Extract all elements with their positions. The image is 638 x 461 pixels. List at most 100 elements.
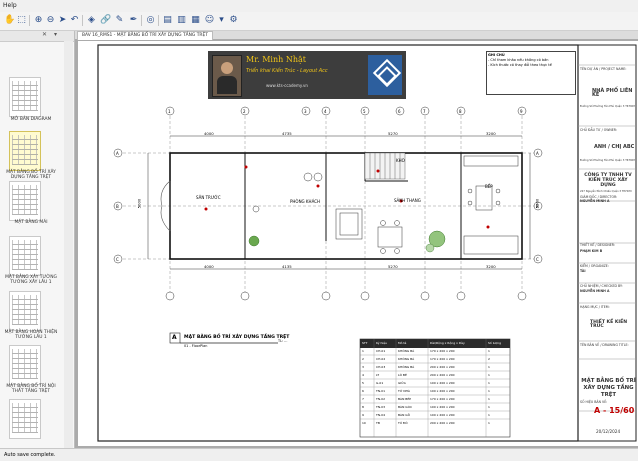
table-cell: LT	[376, 373, 380, 377]
table-cell: TN-03	[376, 405, 385, 409]
link-icon[interactable]: 🔗	[100, 14, 111, 26]
page-icon[interactable]: ▤	[162, 14, 173, 26]
page-thumbnail[interactable]	[9, 399, 41, 439]
dimension-label: 4000	[204, 131, 214, 136]
select-tool-icon[interactable]: ⬚	[16, 14, 27, 26]
axis-label: C	[116, 257, 119, 262]
thumbnails-scrollbar[interactable]	[64, 41, 73, 448]
axis-label: 3	[304, 109, 307, 114]
room-label: SẢNH THANG	[394, 198, 421, 203]
tb-drawn: PHẠM KIM B	[580, 249, 603, 253]
table-cell: 1	[488, 413, 490, 417]
dimension-label: 4735	[282, 131, 292, 136]
author-photo	[212, 55, 242, 97]
page-thumbnail-label: MẶT BẰNG XÂY TƯỜNG TƯỜNG XÂY LẦU 1	[5, 275, 57, 285]
table-cell: 4	[362, 373, 364, 377]
page-thumbnail[interactable]	[9, 236, 41, 276]
table-cell: 100 x 200 x 200	[430, 381, 455, 385]
table-cell: TN-02	[376, 397, 385, 401]
table-cell: 1	[488, 405, 490, 409]
table-cell: 2	[488, 357, 490, 361]
table-header: STT	[362, 341, 368, 345]
table-cell: 6	[362, 389, 364, 393]
room-label: KHO	[396, 158, 405, 163]
table-cell: 5	[362, 381, 364, 385]
page-thumbnail-label: MẶT BẰNG BỐ TRÍ XÂY DỰNG TẦNG TRỆT	[6, 170, 56, 180]
table-cell: CH-01	[376, 349, 386, 353]
table-cell: 8	[362, 405, 364, 409]
user-icon[interactable]: ☺	[204, 14, 215, 26]
status-bar: Auto save complete.	[0, 448, 638, 461]
hand-tool-icon[interactable]: ✋	[4, 14, 15, 26]
table-header: Mô tả	[398, 341, 407, 345]
axis-label: A	[536, 151, 539, 156]
table-cell: 200 x 200 x 200	[430, 421, 455, 425]
plan-key: A	[172, 334, 177, 341]
page-thumbnail[interactable]	[9, 77, 41, 117]
banner-name: Mr. Minh Nhật	[246, 55, 306, 64]
tb-check: TÀI	[580, 269, 586, 273]
table-cell: 100 x 200 x 200	[430, 413, 455, 417]
table-cell: 7	[362, 397, 364, 401]
table-cell: CH-03	[376, 365, 386, 369]
ruler-icon[interactable]: ✎	[114, 14, 125, 26]
page-thumbnail[interactable]	[9, 181, 41, 221]
tb-sheet-label: SỐ HIỆU BẢN VẼ:	[580, 400, 608, 404]
page-thumbnail-selected[interactable]	[9, 131, 41, 171]
axis-label: B	[536, 204, 539, 209]
pen-icon[interactable]: ✒	[128, 14, 139, 26]
tb-pm-label: CHỦ NHIỆM / CHECKED BY:	[580, 284, 623, 288]
axis-label: C	[536, 257, 539, 262]
tb-owner: ANH / CHỊ ABC	[594, 144, 635, 150]
layer-icon[interactable]: ◈	[86, 14, 97, 26]
table-cell: TN-04	[376, 413, 385, 417]
table-cell: TỦ ĐỒ	[398, 421, 408, 425]
dimension-label: 3200	[486, 264, 496, 269]
page-thumbnail[interactable]	[9, 291, 41, 331]
document-tab-bar: BAV 16_RMS1 - MẶT BẰNG BỐ TRÍ XÂY DỰNG T…	[75, 31, 638, 40]
print-icon[interactable]: ▥	[176, 14, 187, 26]
page-thumbnail-label: MẶT BẰNG MÁI	[14, 220, 48, 225]
tb-company: CÔNG TY TNHH TV KIẾN TRÚC XÂY DỰNG	[584, 173, 632, 188]
table-cell: 1	[488, 365, 490, 369]
room-label: PHÒNG KHÁCH	[290, 199, 321, 204]
tb-drawn-label: THIẾT KẾ / DESIGNER:	[580, 243, 615, 247]
room-label: BẾP	[485, 184, 493, 189]
table-cell: TỬ NHÀ	[398, 389, 410, 393]
table-cell: KHÔNG BÁ	[398, 349, 415, 353]
tb-stage-label: HẠNG MỤC / ITEM:	[580, 305, 610, 309]
axis-label: 2	[243, 109, 246, 114]
table-cell: TN-01	[376, 389, 385, 393]
page-thumbnail[interactable]	[9, 345, 41, 385]
bookmark-page-icon[interactable]: ▦	[190, 14, 201, 26]
axis-label: A	[116, 151, 119, 156]
panel-menu-icon[interactable]: ▾	[54, 31, 57, 38]
axis-label: 9	[520, 109, 523, 114]
drawing-viewer[interactable]: Mr. Minh Nhật Triển khai Kiến Trúc - Lay…	[78, 41, 638, 446]
plan-title: MẶT BẰNG BỐ TRÍ XÂY DỰNG TẦNG TRỆT	[184, 335, 290, 340]
rotate-left-icon[interactable]: ↶	[69, 14, 80, 26]
table-cell: 1	[488, 389, 490, 393]
axis-label: 8	[459, 109, 462, 114]
logo-icon	[368, 55, 402, 95]
zoom-in-icon[interactable]: ⊕	[33, 14, 44, 26]
plan-subtitle: 01 - FloorPlan	[184, 344, 208, 348]
menu-help[interactable]: Help	[0, 2, 17, 9]
tb-title-label: TÊN BẢN VẼ / DRAWING TITLE:	[580, 343, 629, 347]
tb-pm: NGUYỄN MINH A	[580, 289, 610, 293]
zoom-out-icon[interactable]: ⊖	[45, 14, 56, 26]
table-cell: TB	[376, 421, 380, 425]
axis-label: 4	[324, 109, 327, 114]
table-cell: 100 x 200 x 200	[430, 389, 455, 393]
settings-icon[interactable]: ⚙	[228, 14, 239, 26]
toolbar: ✋ ⬚ ⊕ ⊖ ➤ ↶ ◈ 🔗 ✎ ✒ ◎ ▤ ▥ ▦ ☺ ▾ ⚙	[0, 12, 638, 31]
document-tab[interactable]: BAV 16_RMS1 - MẶT BẰNG BỐ TRÍ XÂY DỰNG T…	[77, 31, 213, 40]
table-header: Số lượng	[488, 341, 502, 345]
table-cell: LÔ BÊ	[398, 373, 407, 377]
dropdown-icon[interactable]: ▾	[216, 14, 227, 26]
plan-scale: TL: ...	[278, 339, 288, 343]
axis-label: 6	[398, 109, 401, 114]
arrow-dropdown-icon[interactable]: ➤	[57, 14, 68, 26]
target-icon[interactable]: ◎	[145, 14, 156, 26]
collapse-icon[interactable]: ✕	[42, 31, 47, 38]
